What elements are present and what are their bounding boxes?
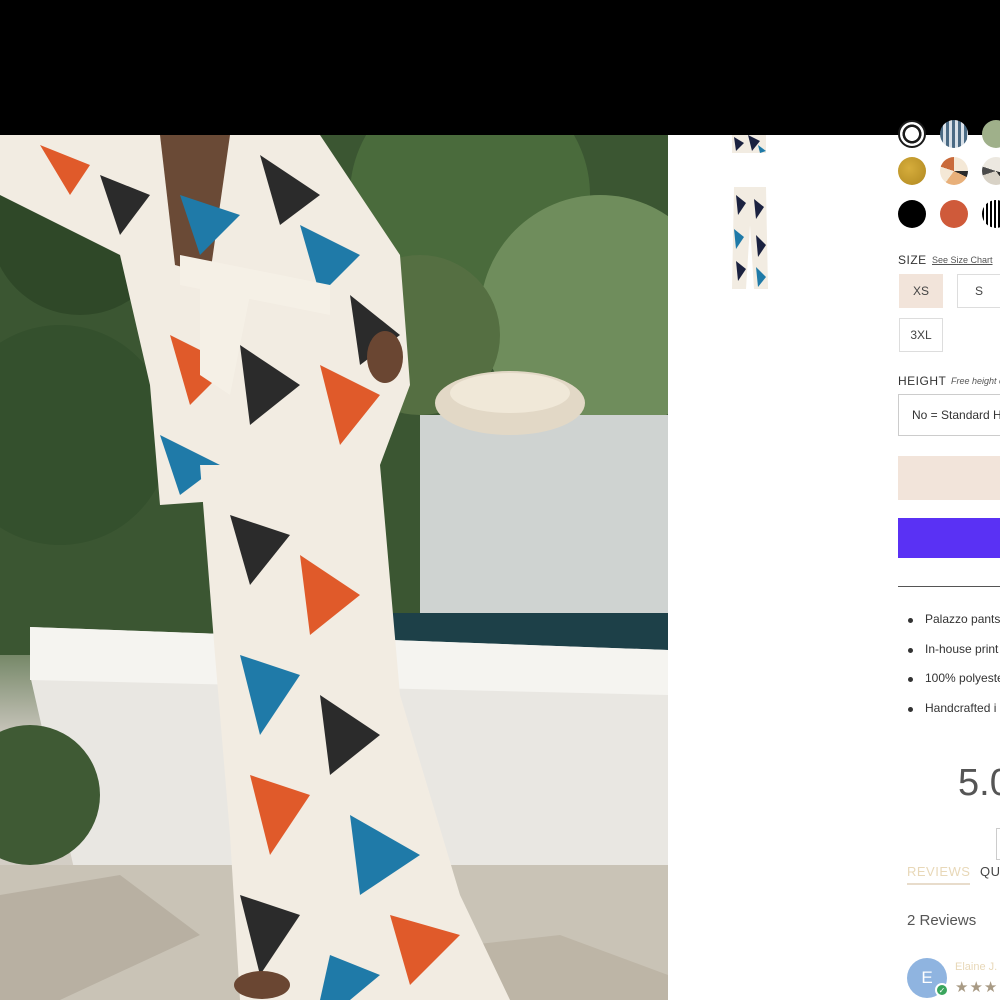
size-option-s[interactable]: S — [957, 274, 1000, 308]
feature-item: Handcrafted i — [908, 701, 1000, 731]
reviewer-name: Elaine J. — [955, 961, 998, 973]
top-black-bar — [0, 0, 1000, 135]
size-option-3xl[interactable]: 3XL — [899, 318, 943, 352]
feature-list: Palazzo pants In-house print 100% polyes… — [908, 612, 1000, 730]
add-to-cart-button[interactable] — [898, 456, 1000, 500]
feature-item: 100% polyeste — [908, 671, 1000, 701]
section-divider — [898, 586, 1000, 587]
height-select[interactable]: No = Standard H — [898, 394, 1000, 436]
color-swatch-stripe[interactable] — [982, 200, 1000, 228]
verified-check-icon: ✓ — [935, 983, 949, 997]
size-label: SIZE — [898, 253, 927, 267]
color-swatch-mono-print[interactable] — [982, 157, 1000, 185]
thumbnail-pants[interactable] — [728, 185, 772, 291]
feature-item: Palazzo pants — [908, 612, 1000, 642]
feature-item: In-house print — [908, 642, 1000, 672]
color-swatch-mustard[interactable] — [898, 157, 926, 185]
color-swatch-1[interactable] — [898, 120, 926, 148]
color-swatch-3[interactable] — [982, 120, 1000, 148]
height-label: HEIGHT — [898, 374, 947, 388]
color-swatch-2[interactable] — [940, 120, 968, 148]
color-swatch-beige-print[interactable] — [940, 157, 968, 185]
reviews-count: 2 Reviews — [907, 912, 977, 929]
color-swatch-rust[interactable] — [940, 200, 968, 228]
average-rating: 5.0 — [958, 762, 1000, 804]
size-chart-link[interactable]: See Size Chart — [932, 255, 993, 265]
tab-reviews[interactable]: REVIEWS — [907, 864, 971, 885]
photo-illustration — [0, 135, 668, 1000]
buy-now-button[interactable] — [898, 518, 1000, 558]
tab-questions[interactable]: QU — [980, 864, 1000, 879]
write-review-button[interactable] — [996, 828, 1000, 860]
product-main-image[interactable] — [0, 135, 668, 1000]
thumbnail-top[interactable] — [728, 135, 772, 155]
review-stars: ★★★ — [955, 979, 999, 996]
height-note: Free height c — [951, 376, 1000, 386]
size-option-xs[interactable]: XS — [899, 274, 943, 308]
color-swatch-black[interactable] — [898, 200, 926, 228]
